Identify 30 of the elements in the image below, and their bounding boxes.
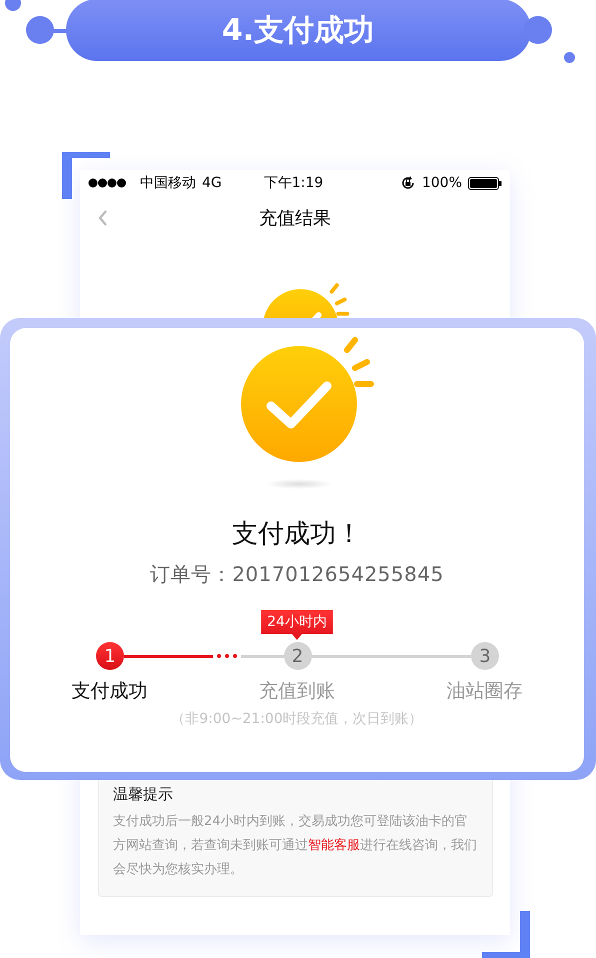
network-text: 4G: [202, 175, 222, 191]
progress-dot: [224, 654, 229, 658]
step-label: 油站圈存: [446, 679, 522, 704]
step-label: 支付成功: [72, 679, 148, 704]
tips-text: 支付成功后一般24小时内到账，交易成功您可登陆该油卡的官方网站查询，若查询未到账可通过智能客服进行在线咨询，我们会尽快为您核实办理。: [113, 813, 478, 879]
battery-icon: [468, 176, 502, 190]
progress-dot: [216, 654, 221, 658]
decor-dot: [564, 52, 575, 63]
progress-dot: [232, 654, 237, 658]
time-badge: 24小时内: [261, 610, 333, 640]
step-label: 充值到账: [258, 679, 335, 704]
order-number: 订单号：2017012654255845: [150, 561, 444, 588]
progress-line: [240, 654, 284, 658]
step-number: 3: [471, 642, 499, 670]
nav-title: 充值结果: [259, 207, 331, 230]
tips-title: 温馨提示: [113, 785, 174, 804]
clock-text: 下午1:19: [264, 174, 324, 192]
carrier-text: 中国移动: [140, 174, 196, 192]
back-icon[interactable]: [98, 209, 108, 227]
step-number: 1: [96, 642, 124, 670]
note-text: （非9:00~21:00时段充值，次日到账）: [171, 710, 423, 728]
decor-dot: [524, 16, 552, 44]
signal-icon: [88, 178, 126, 188]
decor-dot: [26, 16, 54, 44]
customer-service-link[interactable]: 智能客服: [308, 838, 360, 853]
step-title: 4.支付成功: [66, 0, 530, 61]
step-number: 2: [284, 642, 312, 670]
result-title: 支付成功！: [232, 518, 362, 551]
battery-percent: 100%: [422, 175, 462, 191]
rotation-lock-icon: [400, 175, 416, 191]
